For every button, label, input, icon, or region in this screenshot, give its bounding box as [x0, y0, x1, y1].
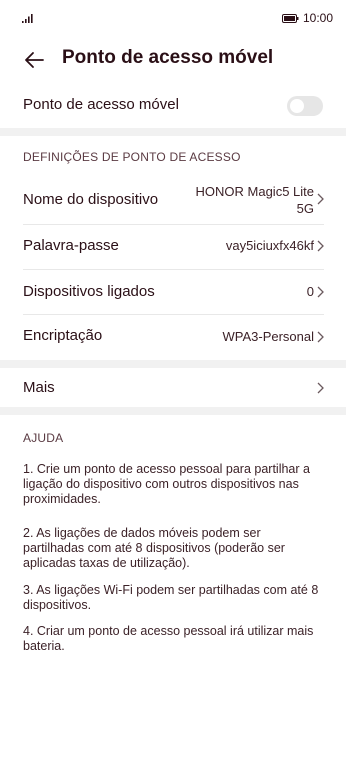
more-label: Mais — [23, 379, 55, 396]
encryption-label: Encriptação — [23, 327, 103, 344]
password-value: vay5iciuxfx46kf — [225, 238, 314, 253]
password-label: Palavra-passe — [23, 237, 119, 254]
connected-devices-count: 0 — [306, 284, 314, 299]
chevron-right-icon — [317, 331, 324, 343]
section-gap — [0, 407, 346, 415]
connected-devices-row[interactable]: Dispositivos ligados 0 — [0, 270, 346, 314]
device-name-label: Nome do dispositivo — [23, 191, 159, 208]
signal-icon — [22, 14, 33, 23]
device-name-row[interactable]: Nome do dispositivo HONOR Magic5 Lite 5G — [0, 178, 346, 224]
connected-devices-label: Dispositivos ligados — [23, 283, 155, 300]
device-name-value: HONOR Magic5 Lite 5G — [196, 183, 314, 217]
clock: 10:00 — [303, 11, 334, 25]
section-gap — [0, 128, 346, 136]
help-item-3: 3. As ligações Wi-Fi podem ser partilhad… — [23, 583, 319, 612]
device-name-value-line2: 5G — [296, 201, 314, 216]
chevron-right-icon — [317, 286, 324, 298]
status-bar: 10:00 — [0, 0, 346, 36]
hotspot-switch[interactable] — [287, 96, 323, 116]
help-item-4: 4. Criar um ponto de acesso pessoal irá … — [23, 624, 314, 653]
password-row[interactable]: Palavra-passe vay5iciuxfx46kf — [0, 225, 346, 269]
device-name-value-line1: HONOR Magic5 Lite — [195, 184, 314, 199]
app-header: Ponto de acesso móvel — [0, 40, 346, 80]
chevron-right-icon — [317, 193, 324, 205]
help-item-1: 1. Crie um ponto de acesso pessoal para … — [23, 462, 310, 506]
more-row[interactable]: Mais — [0, 368, 346, 406]
chevron-right-icon — [317, 240, 324, 252]
encryption-value: WPA3-Personal — [222, 329, 314, 344]
battery-icon — [282, 14, 299, 23]
hotspot-label: Ponto de acesso móvel — [23, 96, 179, 113]
help-item-2: 2. As ligações de dados móveis podem ser… — [23, 526, 285, 570]
help-section-title: AJUDA — [23, 431, 64, 445]
chevron-right-icon — [317, 382, 324, 394]
hotspot-toggle-row[interactable]: Ponto de acesso móvel — [0, 88, 346, 124]
section-gap — [0, 360, 346, 368]
encryption-row[interactable]: Encriptação WPA3-Personal — [0, 315, 346, 359]
back-arrow-icon[interactable] — [22, 48, 46, 72]
page-title: Ponto de acesso móvel — [62, 47, 274, 68]
switch-knob — [290, 99, 304, 113]
settings-section-title: DEFINIÇÕES DE PONTO DE ACESSO — [23, 150, 241, 164]
